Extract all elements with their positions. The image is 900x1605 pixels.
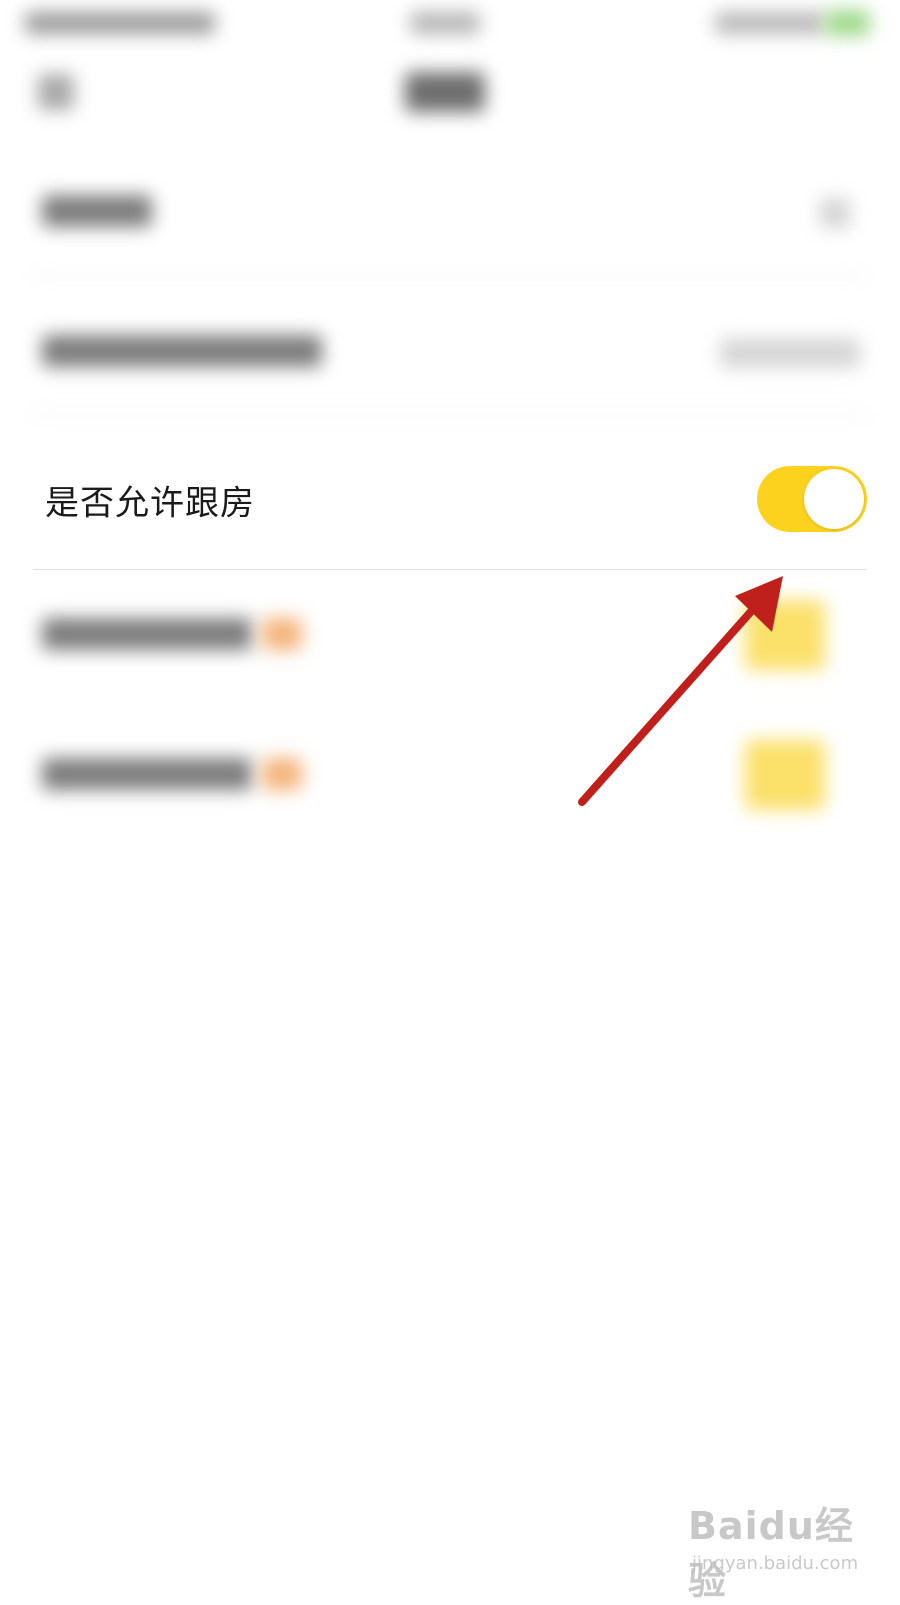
status-bar [0,0,900,50]
page-title [405,72,485,112]
setting-row-obscured[interactable] [0,140,900,280]
settings-screen: 是否允许跟房 Baidu经验 jingyan.baidu.com [0,0,900,1603]
back-icon[interactable] [38,74,74,110]
allow-follow-room-toggle[interactable] [757,466,867,532]
setting-row-obscured[interactable] [0,570,900,710]
watermark-logo: Baidu经验 [688,1504,854,1603]
toggle-knob [804,469,864,529]
setting-row-obscured[interactable] [0,710,900,850]
setting-row-obscured[interactable] [0,280,900,420]
watermark-url: jingyan.baidu.com [692,1553,859,1574]
watermark: Baidu经验 jingyan.baidu.com [688,1495,878,1603]
setting-label: 是否允许跟房 [45,483,255,524]
setting-row-allow-follow-room: 是否允许跟房 [0,430,900,570]
navigation-bar [0,50,900,140]
